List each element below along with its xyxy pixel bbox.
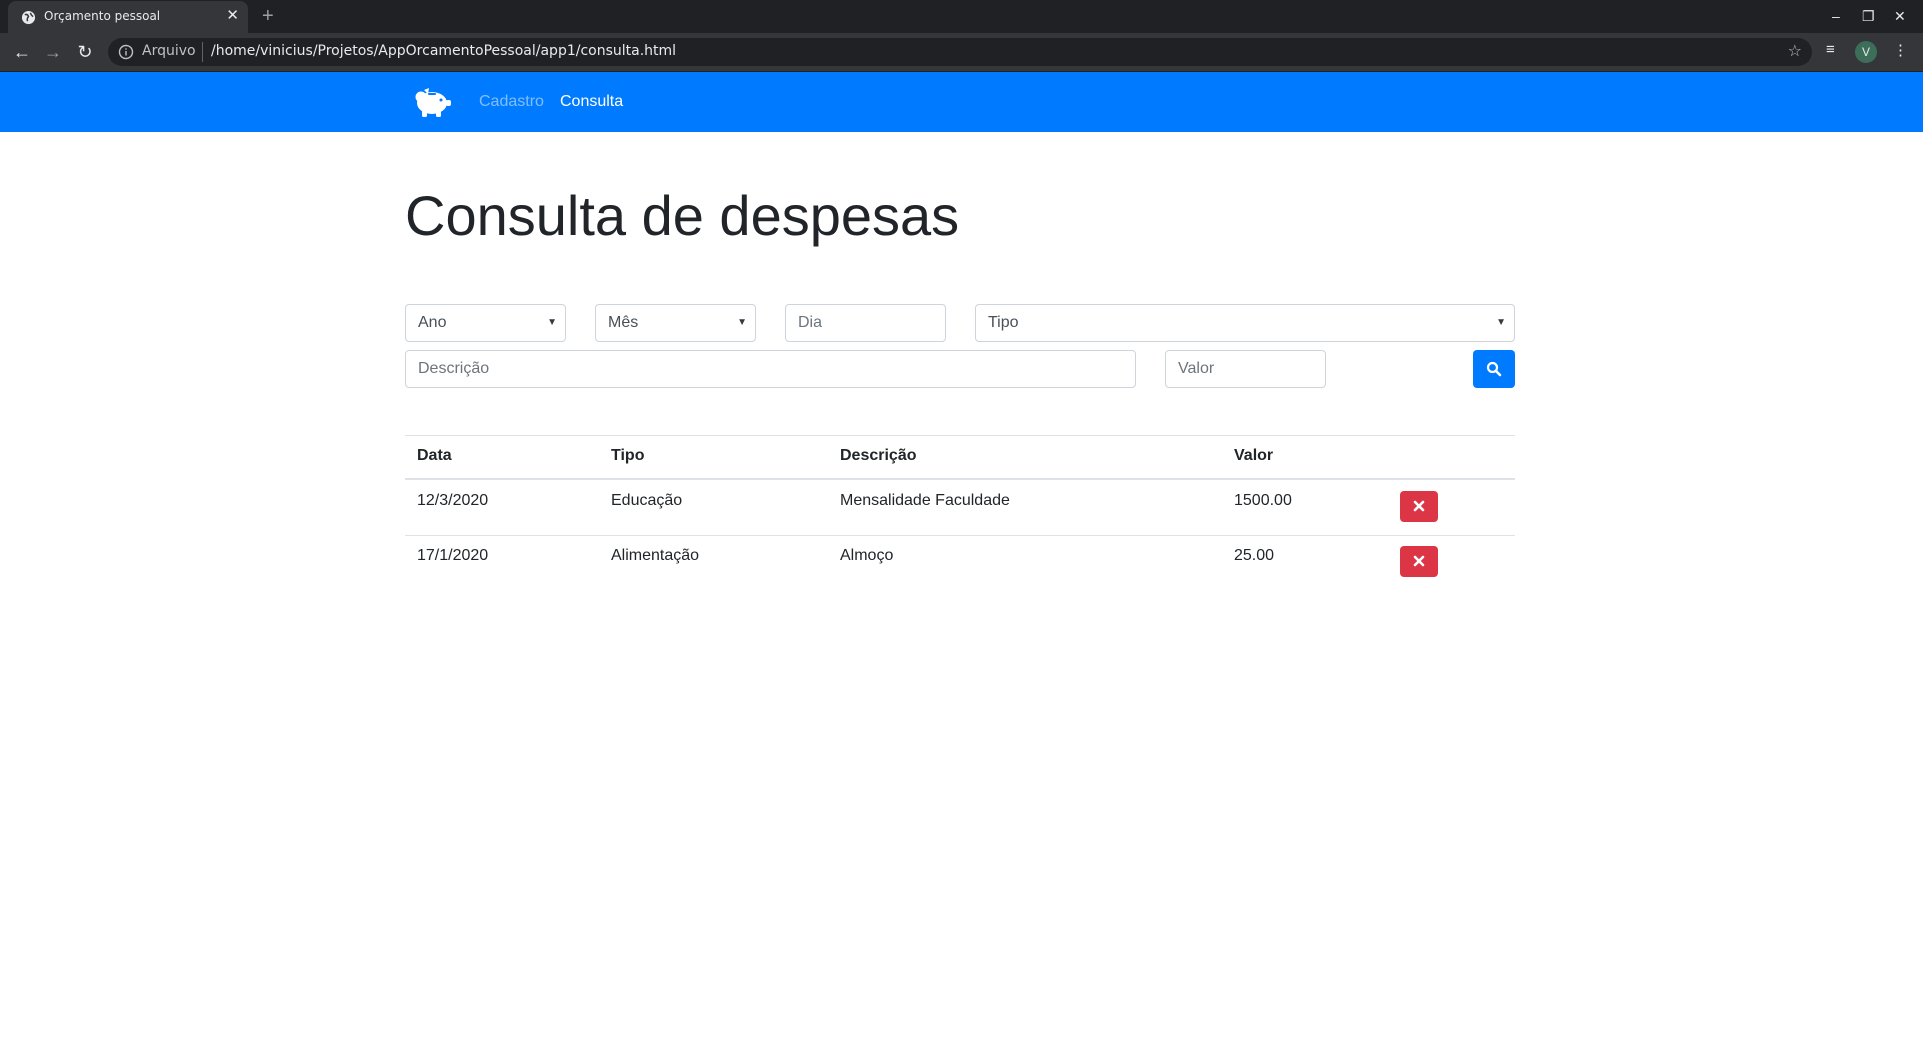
- search-icon: [1486, 361, 1502, 377]
- new-tab-button[interactable]: +: [262, 5, 274, 27]
- table-header-border: [405, 478, 1515, 480]
- chevron-down-icon: ▼: [547, 317, 557, 328]
- media-queue-icon[interactable]: ≡: [1826, 41, 1835, 58]
- search-button[interactable]: [1473, 350, 1515, 388]
- chevron-down-icon: ▼: [1496, 317, 1506, 328]
- delete-button[interactable]: [1400, 546, 1438, 577]
- scheme-label: Arquivo: [142, 43, 196, 59]
- browser-tab[interactable]: Orçamento pessoal ✕: [8, 1, 248, 33]
- column-header-tipo: Tipo: [611, 447, 645, 464]
- info-icon[interactable]: [118, 44, 134, 60]
- nav-link-cadastro[interactable]: Cadastro: [479, 93, 544, 111]
- column-header-valor: Valor: [1234, 447, 1274, 464]
- browser-toolbar: ← → ↻ Arquivo /home/vinicius/Projetos/Ap…: [0, 33, 1923, 72]
- dia-input[interactable]: Dia: [785, 304, 946, 342]
- column-header-descricao: Descrição: [840, 447, 917, 464]
- cell-data: 17/1/2020: [417, 547, 489, 564]
- forward-icon[interactable]: →: [41, 40, 65, 64]
- omnibox-divider: [202, 42, 203, 62]
- cell-tipo: Educação: [611, 492, 683, 509]
- valor-input-placeholder: Valor: [1178, 360, 1215, 377]
- row-divider: [405, 535, 1515, 536]
- reload-icon[interactable]: ↻: [73, 40, 97, 64]
- descricao-input[interactable]: Descrição: [405, 350, 1136, 388]
- close-icon: [1413, 500, 1425, 512]
- mes-select-value: Mês: [608, 314, 639, 331]
- cell-descricao: Mensalidade Faculdade: [840, 492, 1010, 509]
- dia-input-placeholder: Dia: [798, 314, 823, 331]
- cell-data: 12/3/2020: [417, 492, 489, 509]
- close-icon: [1413, 555, 1425, 567]
- tab-title: Orçamento pessoal: [44, 9, 161, 23]
- app-navbar: Cadastro Consulta: [0, 72, 1923, 132]
- tab-close-icon[interactable]: ✕: [226, 7, 239, 25]
- cell-tipo: Alimentação: [611, 547, 700, 564]
- nav-link-consulta[interactable]: Consulta: [560, 93, 623, 111]
- cell-valor: 1500.00: [1234, 492, 1292, 509]
- minimize-icon[interactable]: –: [1832, 7, 1840, 25]
- column-header-data: Data: [417, 447, 452, 464]
- page-title: Consulta de despesas: [405, 184, 960, 247]
- restore-icon[interactable]: ❐: [1862, 7, 1875, 25]
- cell-descricao: Almoço: [840, 547, 894, 564]
- browser-tab-strip: Orçamento pessoal ✕ + – ❐ ✕: [0, 0, 1923, 33]
- valor-input[interactable]: Valor: [1165, 350, 1326, 388]
- descricao-input-placeholder: Descrição: [418, 360, 490, 377]
- bookmark-star-icon[interactable]: ☆: [1788, 41, 1802, 60]
- tipo-select-value: Tipo: [988, 314, 1019, 331]
- menu-kebab-icon[interactable]: ⋮: [1893, 41, 1908, 59]
- url-text[interactable]: /home/vinicius/Projetos/AppOrcamentoPess…: [211, 43, 676, 59]
- profile-avatar[interactable]: V: [1855, 41, 1877, 63]
- mes-select[interactable]: Mês ▼: [595, 304, 756, 342]
- window-close-icon[interactable]: ✕: [1894, 7, 1906, 25]
- chevron-down-icon: ▼: [737, 317, 747, 328]
- tipo-select[interactable]: Tipo ▼: [975, 304, 1515, 342]
- address-bar[interactable]: Arquivo /home/vinicius/Projetos/AppOrcam…: [108, 38, 1812, 66]
- piggy-bank-icon[interactable]: [410, 84, 454, 120]
- cell-valor: 25.00: [1234, 547, 1275, 564]
- back-icon[interactable]: ←: [10, 40, 34, 64]
- globe-icon: [21, 10, 36, 25]
- ano-select-value: Ano: [418, 314, 447, 331]
- table-top-border: [405, 435, 1515, 436]
- ano-select[interactable]: Ano ▼: [405, 304, 566, 342]
- delete-button[interactable]: [1400, 491, 1438, 522]
